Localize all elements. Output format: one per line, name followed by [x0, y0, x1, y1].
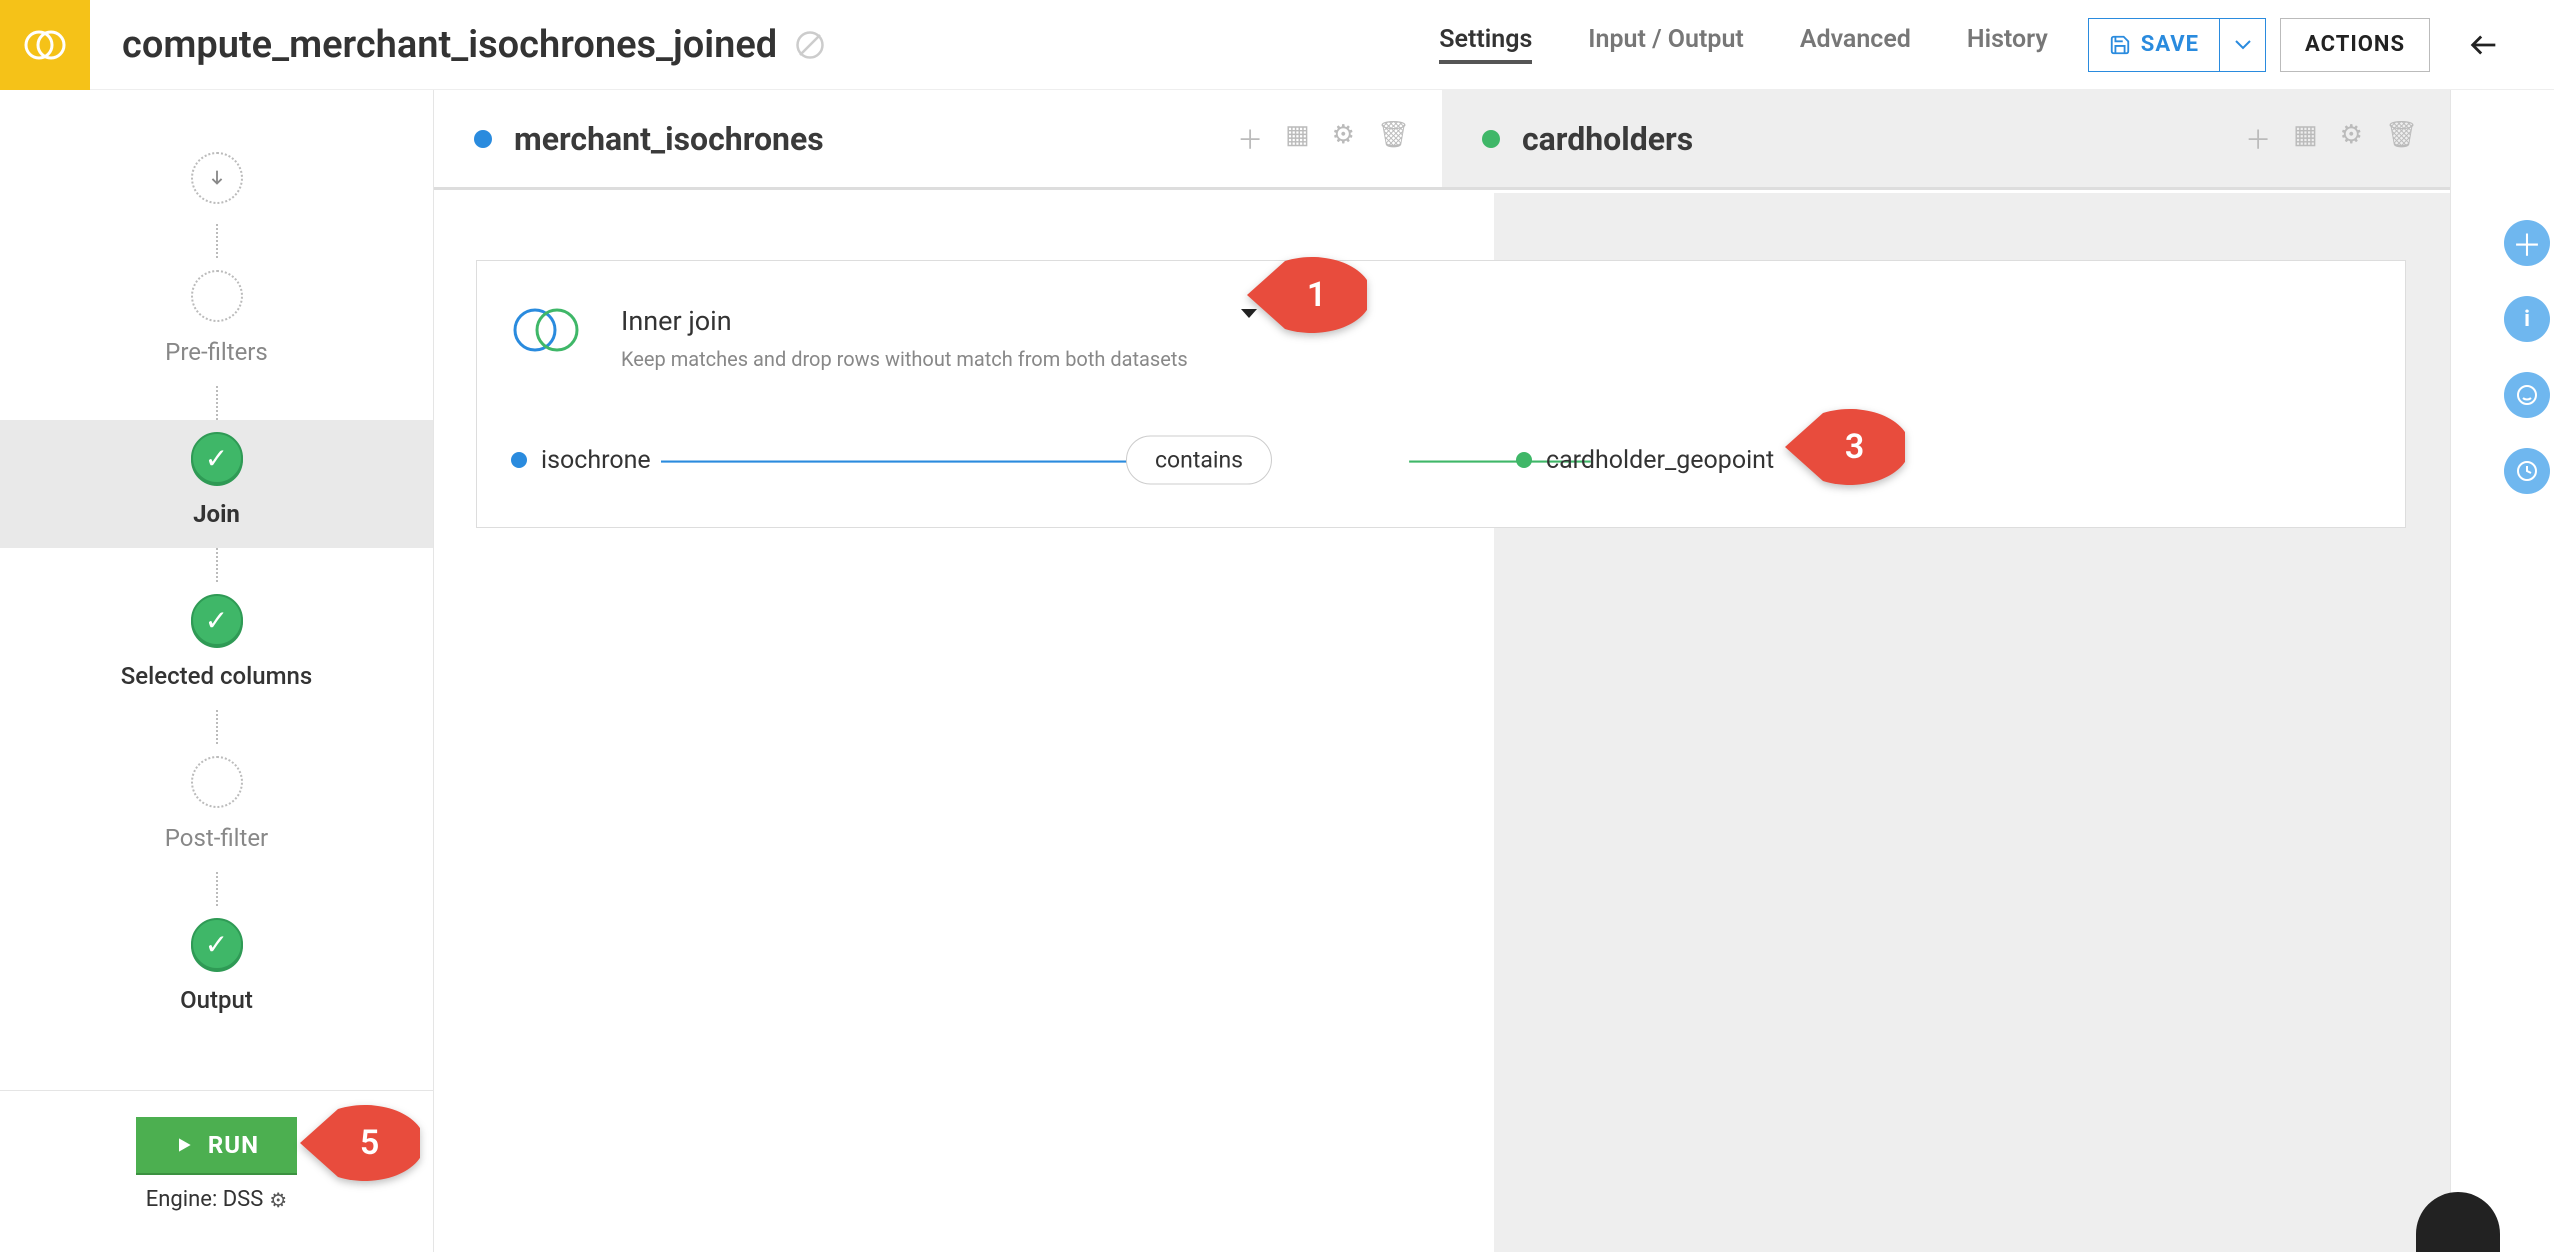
- engine-label: Engine: DSS: [146, 1187, 264, 1212]
- step-selected-columns[interactable]: ✓ Selected columns: [0, 582, 433, 710]
- tab-advanced[interactable]: Advanced: [1800, 25, 1911, 64]
- post-filter-node: [191, 756, 243, 808]
- pre-filters-node: [191, 270, 243, 322]
- recipe-type-icon: [0, 0, 90, 90]
- rail-add-button[interactable]: ＋: [2504, 220, 2550, 266]
- header-tabs: Settings Input / Output Advanced History: [1439, 25, 2088, 64]
- add-dataset-icon[interactable]: ＋: [1237, 120, 1263, 157]
- gear-icon[interactable]: ⚙: [1332, 120, 1355, 157]
- callout-number: 5: [360, 1123, 379, 1163]
- run-button[interactable]: RUN: [136, 1117, 297, 1173]
- trash-icon[interactable]: 🗑: [2385, 120, 2418, 157]
- actions-button[interactable]: ACTIONS: [2280, 18, 2430, 72]
- run-button-label: RUN: [208, 1131, 259, 1159]
- gear-icon[interactable]: ⚙: [2340, 120, 2363, 157]
- trash-icon[interactable]: 🗑: [1377, 120, 1410, 157]
- save-button-group: SAVE: [2088, 18, 2266, 72]
- step-label: Post-filter: [165, 824, 268, 852]
- step-post-filter[interactable]: Post-filter: [0, 744, 433, 872]
- dataset-right-name: cardholders: [1522, 120, 1693, 158]
- tab-history[interactable]: History: [1967, 25, 2048, 64]
- step-start: [0, 140, 433, 224]
- dataset-right-header[interactable]: cardholders ＋ ▦ ⚙ 🗑: [1442, 90, 2450, 187]
- step-label: Pre-filters: [165, 338, 268, 366]
- tab-input-output[interactable]: Input / Output: [1588, 25, 1744, 64]
- left-column-dot-icon: [511, 452, 527, 468]
- callout-5: 5: [300, 1105, 420, 1181]
- save-dropdown-button[interactable]: [2219, 19, 2265, 71]
- join-card: Inner join Keep matches and drop rows wi…: [476, 260, 2406, 528]
- callout-3: 3: [1785, 409, 1905, 485]
- dataset-dot-icon: [1482, 130, 1500, 148]
- add-dataset-icon[interactable]: ＋: [2245, 120, 2271, 157]
- join-operator-badge[interactable]: contains: [1126, 436, 1272, 485]
- right-column-name: cardholder_geopoint: [1546, 446, 1774, 475]
- join-type-label: Inner join: [621, 305, 1188, 337]
- recipe-steps-nav: Pre-filters ✓ Join ✓ Selected columns Po…: [0, 90, 433, 1090]
- join-type-description: Keep matches and drop rows without match…: [621, 347, 1188, 371]
- start-node: [191, 152, 243, 204]
- actions-button-label: ACTIONS: [2305, 32, 2405, 57]
- step-join[interactable]: ✓ Join: [0, 420, 433, 548]
- step-label: Output: [180, 986, 253, 1014]
- rail-info-button[interactable]: i: [2504, 296, 2550, 342]
- left-column-name: isochrone: [541, 446, 651, 475]
- back-arrow-button[interactable]: [2454, 15, 2514, 75]
- gear-icon: ⚙: [269, 1188, 287, 1212]
- engine-line[interactable]: Engine: DSS ⚙: [146, 1187, 287, 1212]
- callout-1: 1: [1247, 257, 1367, 333]
- join-condition-row[interactable]: isochrone contains cardholder_geopoint: [511, 437, 2371, 483]
- join-operator-label: contains: [1155, 447, 1243, 474]
- step-pre-filters[interactable]: Pre-filters: [0, 258, 433, 386]
- step-output[interactable]: ✓ Output: [0, 906, 433, 1034]
- rail-discuss-button[interactable]: [2504, 372, 2550, 418]
- step-label: Join: [193, 500, 240, 528]
- columns-icon[interactable]: ▦: [2293, 120, 2318, 157]
- output-node: ✓: [191, 918, 243, 970]
- callout-number: 3: [1845, 427, 1864, 467]
- dataset-left-header[interactable]: merchant_isochrones ＋ ▦ ⚙ 🗑: [434, 90, 1442, 187]
- right-rail: ＋ i: [2504, 220, 2550, 494]
- save-button-label: SAVE: [2141, 32, 2199, 57]
- right-column-dot-icon: [1516, 452, 1532, 468]
- tab-settings[interactable]: Settings: [1439, 25, 1532, 64]
- rail-history-button[interactable]: [2504, 448, 2550, 494]
- inner-join-icon: [511, 305, 581, 355]
- step-label: Selected columns: [121, 662, 312, 690]
- columns-icon[interactable]: ▦: [1285, 120, 1310, 157]
- selected-columns-node: ✓: [191, 594, 243, 646]
- join-node: ✓: [191, 432, 243, 484]
- dataset-left-name: merchant_isochrones: [514, 120, 824, 158]
- recipe-title: compute_merchant_isochrones_joined: [122, 23, 777, 67]
- callout-number: 1: [1307, 275, 1326, 315]
- unsaved-indicator-icon: [795, 30, 825, 60]
- dataset-dot-icon: [474, 130, 492, 148]
- save-button[interactable]: SAVE: [2089, 19, 2219, 71]
